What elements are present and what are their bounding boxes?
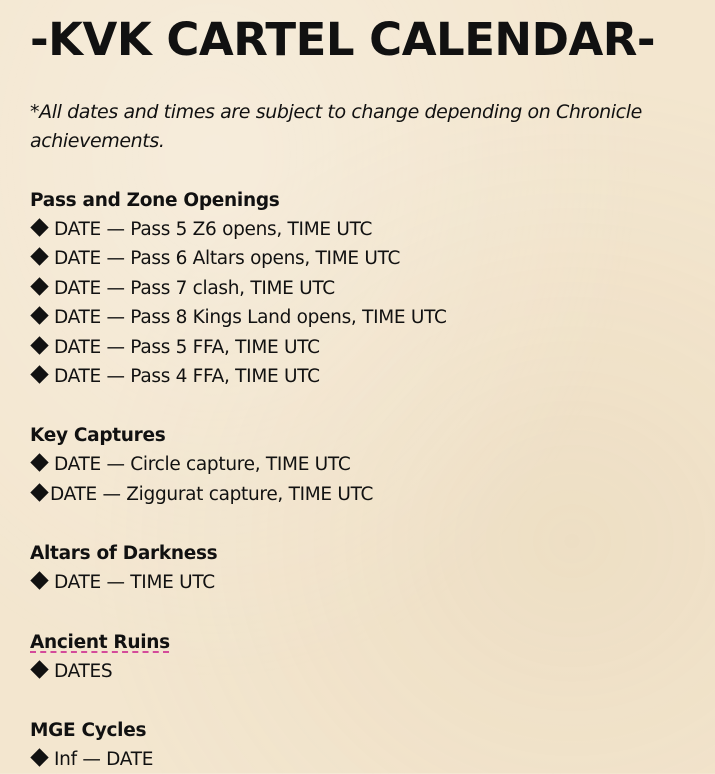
diamond-bullet-icon (30, 453, 49, 473)
list-item: DATE — Circle capture, TIME UTC (30, 450, 695, 479)
diamond-bullet-icon (30, 247, 49, 267)
list-item-text: DATE — Pass 7 clash, TIME UTC (54, 277, 335, 299)
section-altars-of-darkness: Altars of Darkness DATE — TIME UTC (30, 539, 695, 597)
diamond-bullet-icon (30, 571, 49, 590)
list-item-text: DATE — TIME UTC (54, 572, 215, 594)
list-item: DATE — Ziggurat capture, TIME UTC (30, 480, 695, 509)
disclaimer-note: *All dates and times are subject to chan… (30, 101, 642, 152)
list-item: DATE — Pass 5 Z6 opens, TIME UTC (30, 215, 695, 244)
diamond-bullet-icon (30, 218, 49, 237)
section-heading: Ancient Ruins (30, 628, 695, 657)
diamond-bullet-icon (30, 277, 49, 296)
list-item: DATE — Pass 6 Altars opens, TIME UTC (30, 244, 695, 273)
section-key-captures: Key Captures DATE — Circle capture, TIME… (30, 421, 695, 509)
list-item-text: DATE — Pass 8 Kings Land opens, TIME UTC (54, 307, 447, 329)
list-item-text: DATE — Circle capture, TIME UTC (54, 454, 351, 476)
diamond-bullet-icon (30, 365, 49, 384)
section-heading-text: Ancient Ruins (30, 631, 170, 653)
list-item: DATE — Pass 7 clash, TIME UTC (30, 274, 695, 303)
page-title: -KVK CARTEL CALENDAR- (30, 13, 656, 66)
diamond-bullet-icon (30, 748, 49, 767)
list-item: DATE — Pass 8 Kings Land opens, TIME UTC (30, 303, 695, 332)
list-item: DATE — Pass 5 FFA, TIME UTC (30, 333, 695, 362)
list-item-text: DATE — Pass 4 FFA, TIME UTC (54, 366, 320, 388)
list-item-text: DATE — Pass 5 FFA, TIME UTC (54, 336, 320, 358)
list-item-text: DATES (54, 660, 113, 682)
section-heading: MGE Cycles (30, 720, 147, 742)
document: -KVK CARTEL CALENDAR- *All dates and tim… (30, 10, 695, 773)
list-item: DATE — Pass 4 FFA, TIME UTC (30, 362, 695, 391)
section-heading: Altars of Darkness (30, 543, 218, 565)
list-item: DATE — TIME UTC (30, 568, 695, 597)
section-heading: Pass and Zone Openings (30, 190, 280, 211)
list-item-text: Inf — DATE (54, 749, 154, 771)
section-pass-and-zone-openings: Pass and Zone Openings DATE — Pass 5 Z6 … (30, 186, 695, 391)
diamond-bullet-icon (30, 483, 49, 502)
diamond-bullet-icon (30, 335, 49, 355)
section-mge-cycles: MGE Cycles Inf — DATE (30, 716, 695, 774)
list-item: Inf — DATE (30, 745, 695, 774)
list-item-text: DATE — Pass 6 Altars opens, TIME UTC (54, 248, 401, 270)
list-item-text: DATE — Ziggurat capture, TIME UTC (50, 483, 374, 505)
list-item: DATES (30, 657, 695, 686)
list-item-text: DATE — Pass 5 Z6 opens, TIME UTC (54, 219, 373, 240)
section-ancient-ruins: Ancient Ruins DATES (30, 628, 695, 686)
diamond-bullet-icon (30, 659, 49, 679)
section-heading: Key Captures (30, 425, 166, 447)
diamond-bullet-icon (30, 306, 49, 325)
